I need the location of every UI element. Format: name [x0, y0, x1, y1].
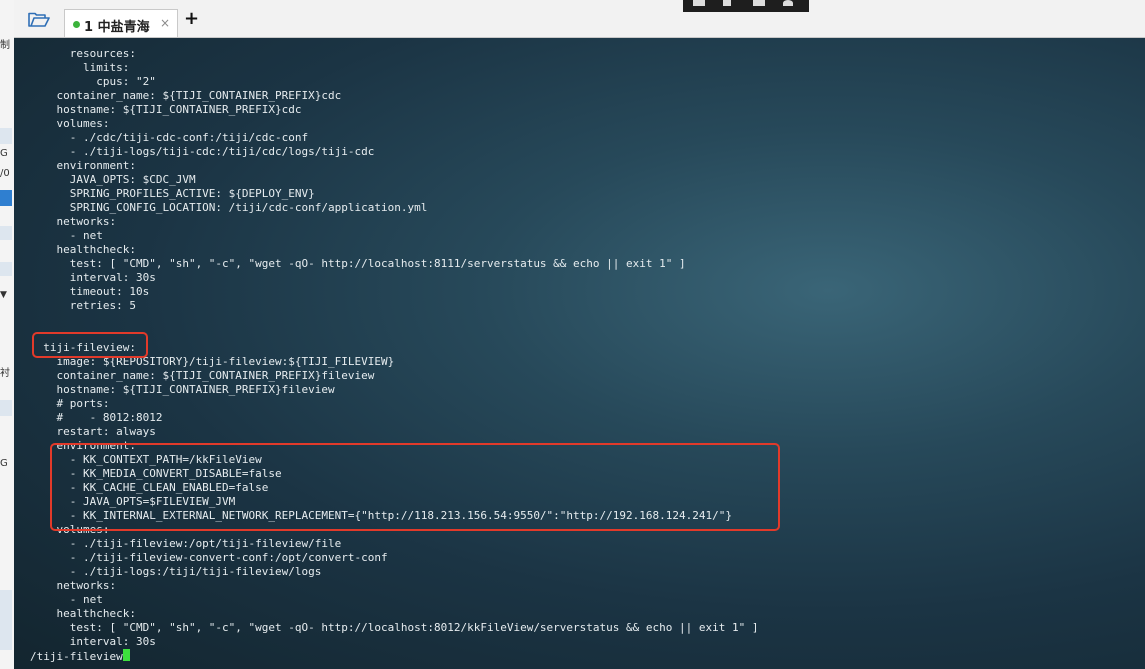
screenshot-root: 制 G /0 ▼ 衬 G 1 中盐青海 × + resources: limit… — [0, 0, 1145, 669]
terminal-line: volumes: — [30, 117, 110, 130]
edge-panel — [0, 128, 12, 144]
edge-selection — [0, 190, 12, 206]
highlight-box-environment — [50, 443, 780, 531]
edge-panel — [0, 226, 12, 240]
terminal-line: cpus: "2" — [30, 75, 156, 88]
terminal-line: hostname: ${TIJI_CONTAINER_PREFIX}filevi… — [30, 383, 335, 396]
highlight-box-service-name — [32, 332, 148, 358]
terminal-line: healthcheck: — [30, 607, 136, 620]
terminal-line: JAVA_OPTS: $CDC_JVM — [30, 173, 196, 186]
terminal-line: test: [ "CMD", "sh", "-c", "wget -qO- ht… — [30, 257, 686, 270]
arrow-left-icon[interactable] — [723, 0, 731, 6]
terminal-line: - ./cdc/tiji-cdc-conf:/tiji/cdc-conf — [30, 131, 309, 144]
terminal-line: retries: 5 — [30, 299, 136, 312]
session-tab[interactable]: 1 中盐青海 × — [64, 9, 178, 37]
screen-icon[interactable] — [693, 0, 705, 6]
terminal-line: environment: — [30, 159, 136, 172]
edge-fragment: G — [0, 458, 8, 469]
terminal-line: SPRING_PROFILES_ACTIVE: ${DEPLOY_ENV} — [30, 187, 315, 200]
terminal-line: - ./tiji-logs:/tiji/tiji-fileview/logs — [30, 565, 322, 578]
terminal-line: timeout: 10s — [30, 285, 150, 298]
terminal-line: test: [ "CMD", "sh", "-c", "wget -qO- ht… — [30, 621, 759, 634]
terminal-line: /tiji-fileview — [30, 649, 758, 663]
terminal-line: interval: 30s — [30, 271, 156, 284]
terminal-line: limits: — [30, 61, 130, 74]
edge-fragment: G — [0, 148, 8, 159]
terminal-line: - ./tiji-fileview:/opt/tiji-fileview/fil… — [30, 537, 342, 550]
terminal-line: SPRING_CONFIG_LOCATION: /tiji/cdc-conf/a… — [30, 201, 428, 214]
close-tab-icon[interactable]: × — [160, 16, 170, 30]
session-tab-bar: 1 中盐青海 × + — [14, 0, 1145, 38]
terminal-line: # - 8012:8012 — [30, 411, 163, 424]
terminal-line: - ./tiji-logs/tiji-cdc:/tiji/cdc/logs/ti… — [30, 145, 375, 158]
window-icon[interactable] — [753, 0, 765, 6]
background-window-edge: 制 G /0 ▼ 衬 G — [0, 0, 15, 669]
edge-fragment: 制 — [0, 40, 10, 51]
terminal-line: networks: — [30, 215, 117, 228]
terminal-line: restart: always — [30, 425, 156, 438]
edge-fragment: /0 — [0, 168, 10, 179]
edge-panel — [0, 590, 12, 650]
close-circle-icon[interactable] — [783, 0, 793, 6]
terminal-line: - net — [30, 593, 103, 606]
terminal-line: container_name: ${TIJI_CONTAINER_PREFIX}… — [30, 89, 342, 102]
edge-panel — [0, 262, 12, 276]
connected-status-icon — [73, 21, 80, 28]
terminal-line: hostname: ${TIJI_CONTAINER_PREFIX}cdc — [30, 103, 302, 116]
terminal-pane[interactable]: resources: limits: cpus: "2" container_n… — [14, 38, 1145, 669]
terminal-line: healthcheck: — [30, 243, 136, 256]
open-folder-icon[interactable] — [28, 12, 50, 28]
chevron-down-icon: ▼ — [0, 290, 7, 300]
terminal-line: - net — [30, 229, 103, 242]
edge-fragment: 衬 — [0, 368, 10, 379]
terminal-line: - ./tiji-fileview-convert-conf:/opt/conv… — [30, 551, 388, 564]
terminal-line: interval: 30s — [30, 635, 156, 648]
terminal-line: networks: — [30, 579, 117, 592]
terminal-line: container_name: ${TIJI_CONTAINER_PREFIX}… — [30, 369, 375, 382]
text-cursor — [122, 649, 130, 661]
terminal-line: resources: — [30, 47, 136, 60]
terminal-line: # ports: — [30, 397, 110, 410]
new-tab-button[interactable]: + — [184, 10, 199, 28]
edge-panel — [0, 400, 12, 416]
tab-label: 1 中盐青海 — [84, 20, 150, 35]
floating-toolbar — [683, 0, 809, 12]
